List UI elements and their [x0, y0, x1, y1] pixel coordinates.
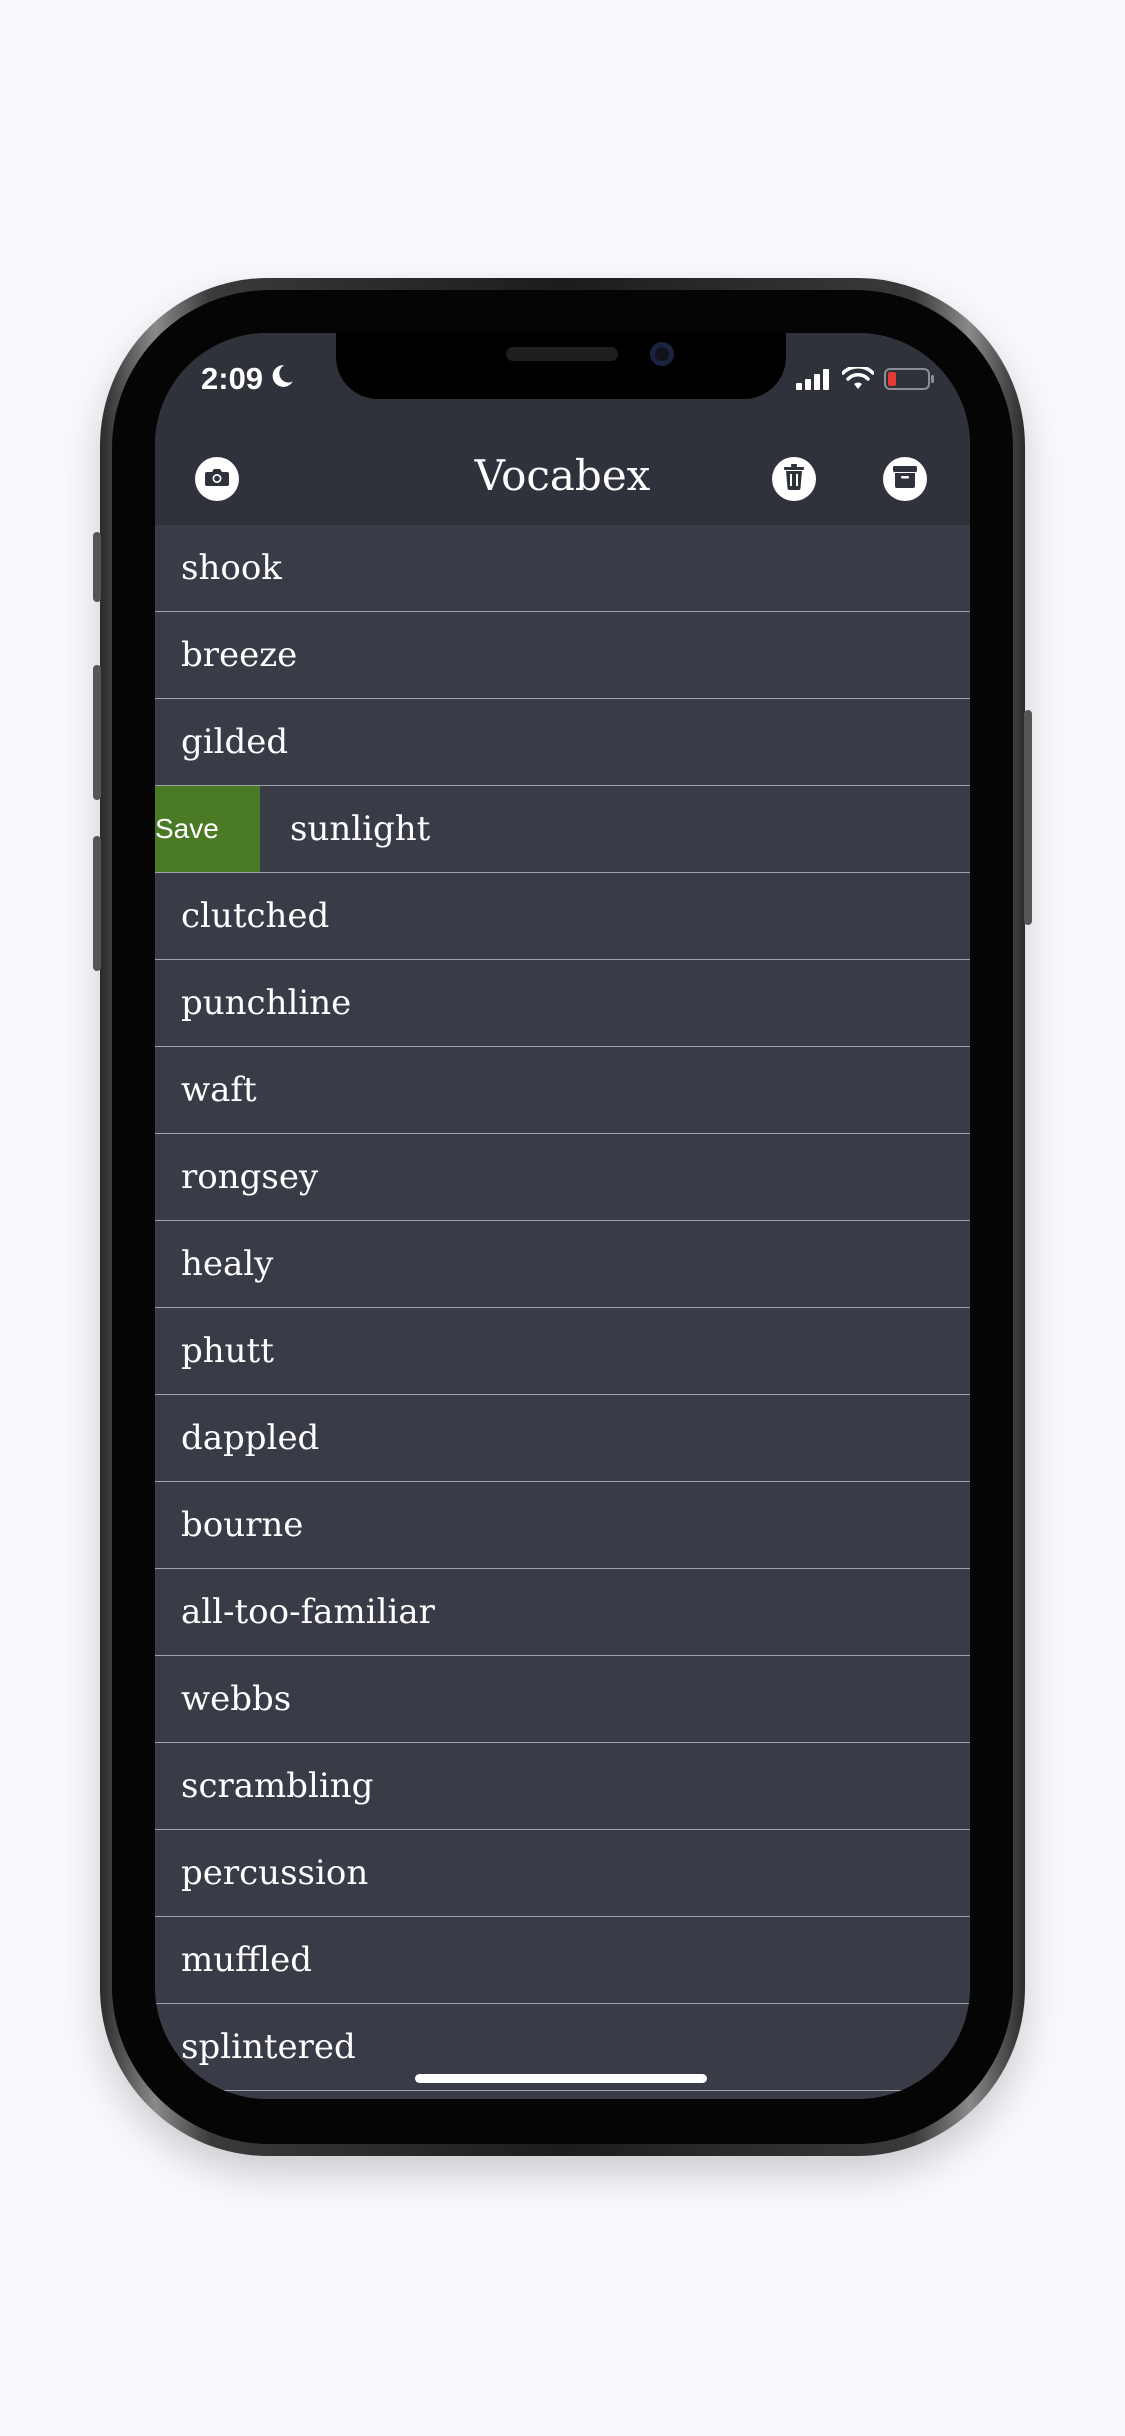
- word-label: all-too-familiar: [181, 1592, 435, 1632]
- list-item[interactable]: waft: [155, 1047, 970, 1134]
- speaker-grille: [506, 347, 618, 361]
- volume-down-button: [93, 836, 101, 971]
- app-title: Vocabex: [474, 451, 651, 500]
- clock: 2:09: [201, 361, 264, 396]
- moon-icon: [269, 361, 295, 397]
- silent-switch: [93, 532, 101, 602]
- cellular-signal-icon: [796, 368, 832, 395]
- save-button[interactable]: Save: [155, 786, 260, 872]
- delete-button[interactable]: [772, 457, 816, 501]
- word-label: waft: [181, 1070, 257, 1110]
- list-item[interactable]: rongsey: [155, 1134, 970, 1221]
- list-item[interactable]: phutt: [155, 1308, 970, 1395]
- word-label: splintered: [181, 2027, 356, 2067]
- home-indicator[interactable]: [415, 2074, 707, 2083]
- word-label: scrambling: [181, 1766, 374, 1806]
- word-label: percussion: [181, 1853, 369, 1893]
- list-item[interactable]: scrambling: [155, 1743, 970, 1830]
- system-icons: [796, 365, 936, 396]
- word-label: gilded: [181, 722, 289, 762]
- power-button: [1024, 710, 1032, 925]
- battery-icon: [884, 367, 936, 396]
- list-item[interactable]: webbs: [155, 1656, 970, 1743]
- word-label: rongsey: [181, 1157, 319, 1197]
- list-item[interactable]: muffled: [155, 1917, 970, 2004]
- list-item[interactable]: breeze: [155, 612, 970, 699]
- app-header: Vocabex: [155, 433, 970, 526]
- phone-screen: 2:09 Vocabex shook breeze gilded Save su…: [155, 333, 970, 2099]
- wifi-icon: [841, 365, 875, 396]
- list-item[interactable]: healy: [155, 1221, 970, 1308]
- archive-button[interactable]: [883, 457, 927, 501]
- word-label: breeze: [181, 635, 298, 675]
- word-label: clutched: [181, 896, 330, 936]
- word-label: bourne: [181, 1505, 304, 1545]
- list-item-swiped[interactable]: Save sunlight: [155, 786, 970, 873]
- archive-icon: [892, 465, 918, 494]
- list-item[interactable]: gilded: [155, 699, 970, 786]
- word-label: sunlight: [290, 809, 431, 849]
- word-list: shook breeze gilded Save sunlight clutch…: [155, 525, 970, 2091]
- list-item[interactable]: punchline: [155, 960, 970, 1047]
- list-item[interactable]: shook: [155, 525, 970, 612]
- volume-up-button: [93, 665, 101, 800]
- trash-icon: [783, 463, 805, 495]
- word-label: muffled: [181, 1940, 313, 1980]
- word-label: webbs: [181, 1679, 292, 1719]
- word-label: shook: [181, 548, 282, 588]
- list-item[interactable]: clutched: [155, 873, 970, 960]
- word-label: phutt: [181, 1331, 274, 1371]
- word-label: punchline: [181, 983, 352, 1023]
- front-camera: [650, 342, 674, 366]
- list-item[interactable]: bourne: [155, 1482, 970, 1569]
- status-time: 2:09: [201, 361, 295, 397]
- status-bar: 2:09: [155, 333, 970, 433]
- list-item[interactable]: percussion: [155, 1830, 970, 1917]
- notch: [336, 333, 786, 399]
- word-label: healy: [181, 1244, 274, 1284]
- word-label: dappled: [181, 1418, 320, 1458]
- list-item[interactable]: all-too-familiar: [155, 1569, 970, 1656]
- list-item[interactable]: dappled: [155, 1395, 970, 1482]
